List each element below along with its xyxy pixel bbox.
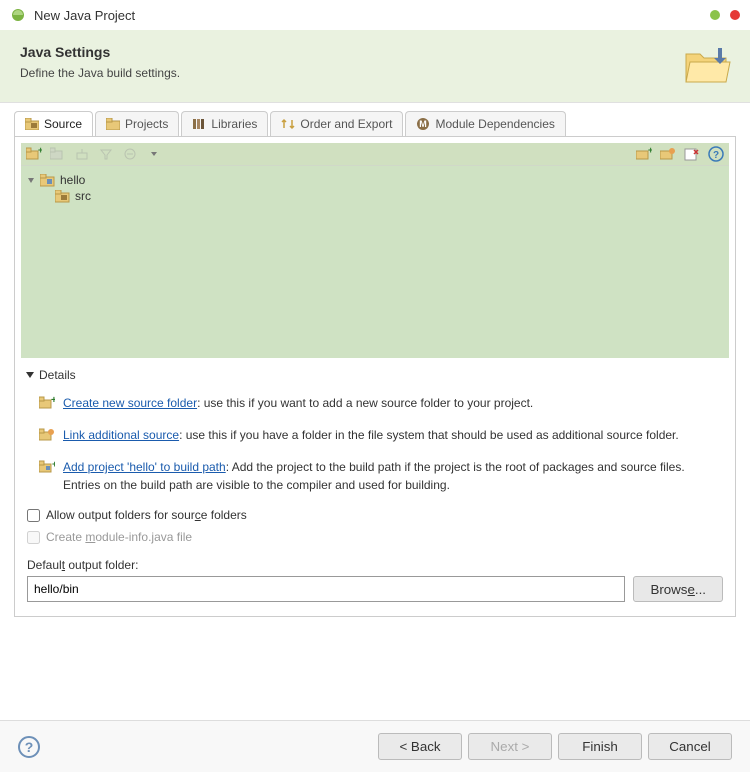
content-area: Source Projects Libraries Order and Expo…: [0, 103, 750, 720]
cancel-button[interactable]: Cancel: [648, 733, 732, 760]
create-source-folder-text: : use this if you want to add a new sour…: [197, 396, 533, 410]
project-folder-icon: [40, 174, 56, 187]
remove-folder-toolbar-icon[interactable]: [683, 145, 701, 163]
browse-button[interactable]: Browse...: [633, 576, 723, 602]
allow-output-checkbox-row: Allow output folders for source folders: [21, 504, 729, 526]
svg-text:+: +: [52, 460, 55, 469]
tree-src-label: src: [75, 189, 91, 203]
app-icon: [10, 7, 26, 23]
tab-order-export[interactable]: Order and Export: [270, 111, 403, 136]
tab-module-deps[interactable]: M Module Dependencies: [405, 111, 565, 136]
tab-order-label: Order and Export: [300, 117, 392, 131]
tree-root-row[interactable]: hello: [27, 172, 723, 188]
next-button: Next >: [468, 733, 552, 760]
source-folder-tree-icon: [55, 190, 71, 203]
svg-text:+: +: [648, 147, 652, 155]
link-source-link[interactable]: Link additional source: [63, 428, 179, 442]
wizard-header: Java Settings Define the Java build sett…: [0, 30, 750, 103]
source-tree: hello src: [21, 166, 729, 358]
edit-button: [73, 145, 91, 163]
page-title: Java Settings: [20, 44, 682, 60]
tree-root-label: hello: [60, 173, 85, 187]
create-module-checkbox-row: Create module-info.java file: [21, 526, 729, 548]
svg-text:M: M: [420, 119, 428, 129]
output-folder-label: Default output folder:: [27, 558, 729, 572]
add-project-link[interactable]: Add project 'hello' to build path: [63, 460, 226, 474]
minimize-icon[interactable]: [710, 10, 720, 20]
allow-output-checkbox[interactable]: [27, 509, 40, 522]
tab-projects-label: Projects: [125, 117, 168, 131]
header-folder-icon: [682, 44, 730, 84]
svg-text:?: ?: [713, 150, 719, 161]
help-toolbar-icon[interactable]: ?: [707, 145, 725, 163]
create-source-folder-item: + Create new source folder: use this if …: [25, 390, 725, 422]
add-source-folder-button[interactable]: +: [25, 145, 43, 163]
add-project-item: + Add project 'hello' to build path: Add…: [25, 454, 725, 504]
filter-button: [97, 145, 115, 163]
output-folder-input[interactable]: [27, 576, 625, 602]
module-icon: M: [416, 117, 430, 131]
finish-button[interactable]: Finish: [558, 733, 642, 760]
help-button[interactable]: ?: [18, 736, 40, 758]
allow-output-label[interactable]: Allow output folders for source folders: [46, 508, 247, 522]
link-source-button: [49, 145, 67, 163]
create-module-label: Create module-info.java file: [46, 530, 192, 544]
tab-libraries-label: Libraries: [211, 117, 257, 131]
back-button[interactable]: < Back: [378, 733, 462, 760]
dialog-window: New Java Project Java Settings Define th…: [0, 0, 750, 772]
source-toolbar: + + ?: [21, 143, 729, 166]
details-toggle[interactable]: Details: [25, 368, 725, 382]
svg-text:+: +: [38, 147, 42, 155]
source-folder-icon: [25, 118, 39, 130]
title-bar: New Java Project: [0, 0, 750, 30]
svg-text:+: +: [51, 396, 55, 406]
order-icon: [281, 118, 295, 130]
output-folder-row: Browse...: [21, 576, 729, 610]
add-project-icon: +: [39, 460, 55, 476]
tab-source[interactable]: Source: [14, 111, 93, 136]
tab-modules-label: Module Dependencies: [435, 117, 554, 131]
window-controls: [710, 10, 740, 20]
close-icon[interactable]: [730, 10, 740, 20]
tab-projects[interactable]: Projects: [95, 111, 179, 136]
create-source-folder-link[interactable]: Create new source folder: [63, 396, 197, 410]
remove-button: [121, 145, 139, 163]
window-title: New Java Project: [34, 8, 710, 23]
wizard-footer: ? < Back Next > Finish Cancel: [0, 720, 750, 772]
dropdown-icon[interactable]: [145, 145, 163, 163]
details-section: Details + Create new source folder: use …: [21, 368, 729, 504]
link-source-icon: [39, 428, 55, 444]
tab-source-label: Source: [44, 117, 82, 131]
link-source-item: Link additional source: use this if you …: [25, 422, 725, 454]
tab-bar: Source Projects Libraries Order and Expo…: [14, 111, 736, 137]
tab-libraries[interactable]: Libraries: [181, 111, 268, 136]
tree-src-row[interactable]: src: [27, 188, 723, 204]
new-folder-icon: +: [39, 396, 55, 412]
tab-panel-source: + + ? hello: [14, 137, 736, 617]
page-subtitle: Define the Java build settings.: [20, 66, 682, 80]
projects-icon: [106, 118, 120, 130]
link-source-text: : use this if you have a folder in the f…: [179, 428, 679, 442]
add-folder-toolbar-icon[interactable]: +: [635, 145, 653, 163]
link-folder-toolbar-icon[interactable]: [659, 145, 677, 163]
libraries-icon: [192, 118, 206, 130]
details-label: Details: [39, 368, 76, 382]
create-module-checkbox: [27, 531, 40, 544]
